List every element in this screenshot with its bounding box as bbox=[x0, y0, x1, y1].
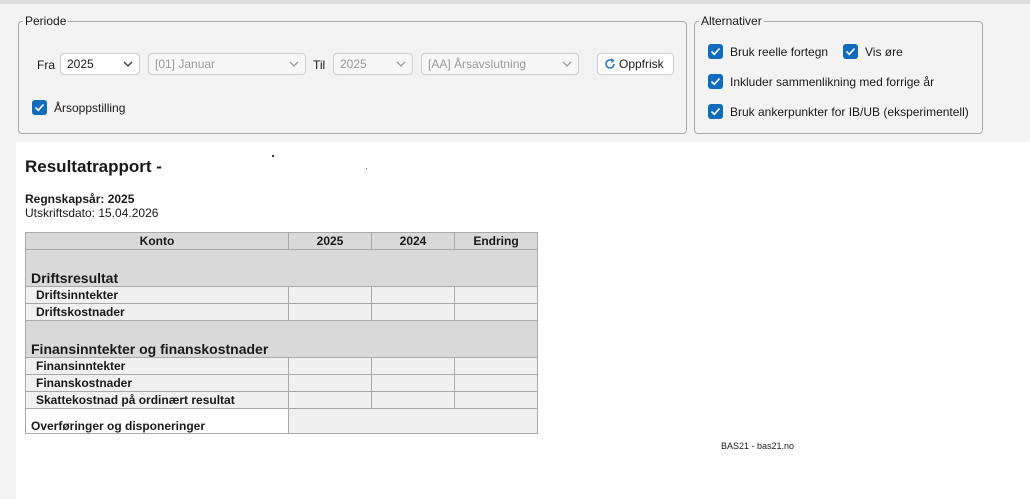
value-cell bbox=[288, 286, 372, 304]
value-cell bbox=[371, 374, 455, 392]
fra-year-select[interactable]: 2025 bbox=[60, 53, 140, 75]
report-footer: BAS21 - bas21.no bbox=[721, 441, 795, 451]
refresh-button[interactable]: Oppfrisk bbox=[597, 53, 674, 75]
value-cell bbox=[371, 303, 455, 321]
value-cell bbox=[288, 374, 372, 392]
redacted-mark bbox=[272, 155, 274, 157]
section-title: Driftsresultat bbox=[25, 249, 538, 287]
fra-label: Fra bbox=[37, 58, 55, 72]
table-row: Overføringer og disponeringer bbox=[25, 408, 538, 434]
value-cell bbox=[288, 303, 372, 321]
value-cell bbox=[371, 391, 455, 409]
section-row: Driftsresultat bbox=[25, 249, 538, 287]
ankerpunkter-label: Bruk ankerpunkter for IB/UB (eksperiment… bbox=[730, 104, 969, 119]
table-row: Driftsinntekter bbox=[25, 286, 538, 304]
inkluder-checkbox[interactable]: Inkluder sammenlikning med forrige år bbox=[708, 74, 934, 89]
column-header: 2024 bbox=[371, 232, 455, 250]
chevron-down-icon bbox=[123, 61, 133, 67]
table-row: Finanskostnader bbox=[25, 374, 538, 392]
value-cell bbox=[371, 357, 455, 375]
value-cell bbox=[371, 286, 455, 304]
periode-legend: Periode bbox=[25, 14, 67, 28]
report-title: Resultatrapport - bbox=[25, 157, 162, 176]
checkmark-icon bbox=[708, 104, 723, 119]
value-cell bbox=[454, 286, 538, 304]
checkmark-icon bbox=[843, 44, 858, 59]
chevron-down-icon bbox=[562, 61, 572, 67]
checkmark-icon bbox=[708, 74, 723, 89]
value-cell bbox=[454, 374, 538, 392]
row-label: Overføringer og disponeringer bbox=[25, 408, 289, 434]
section-title: Finansinntekter og finanskostnader bbox=[25, 320, 538, 358]
value-cell bbox=[288, 408, 538, 434]
row-label: Finansinntekter bbox=[25, 357, 289, 375]
alternativer-legend: Alternativer bbox=[701, 14, 762, 28]
redacted-mark bbox=[366, 168, 367, 169]
column-header: Konto bbox=[25, 232, 289, 250]
table-row: Driftskostnader bbox=[25, 303, 538, 321]
bruk-reelle-checkbox[interactable]: Bruk reelle fortegn bbox=[708, 44, 828, 59]
ankerpunkter-checkbox[interactable]: Bruk ankerpunkter for IB/UB (eksperiment… bbox=[708, 104, 969, 119]
chevron-down-icon bbox=[396, 61, 406, 67]
table-header-row: Konto 2025 2024 Endring bbox=[25, 232, 538, 250]
row-label: Driftskostnader bbox=[25, 303, 289, 321]
row-label: Finanskostnader bbox=[25, 374, 289, 392]
refresh-icon bbox=[605, 58, 615, 69]
fra-year-value: 2025 bbox=[67, 57, 94, 71]
chevron-down-icon bbox=[289, 61, 299, 67]
column-header: 2025 bbox=[288, 232, 372, 250]
checkmark-icon bbox=[708, 44, 723, 59]
til-year-value: 2025 bbox=[340, 57, 367, 71]
value-cell bbox=[454, 303, 538, 321]
inkluder-label: Inkluder sammenlikning med forrige år bbox=[730, 74, 935, 89]
til-year-select[interactable]: 2025 bbox=[333, 53, 413, 75]
value-cell bbox=[288, 357, 372, 375]
til-label: Til bbox=[313, 58, 326, 72]
arsoppstilling-checkbox[interactable]: Årsoppstilling bbox=[32, 100, 125, 115]
checkmark-icon bbox=[32, 100, 47, 115]
row-label: Skattekostnad på ordinært resultat bbox=[25, 391, 289, 409]
result-table: Konto 2025 2024 Endring Driftsresultat D… bbox=[25, 232, 538, 434]
table-row: Finansinntekter bbox=[25, 357, 538, 375]
regnskapsar-text: Regnskapsår: 2025 bbox=[25, 192, 135, 206]
utskriftsdato-text: Utskriftsdato: 15.04.2026 bbox=[25, 206, 159, 220]
arsoppstilling-label: Årsoppstilling bbox=[54, 100, 126, 115]
column-header: Endring bbox=[454, 232, 538, 250]
vis-ore-label: Vis øre bbox=[865, 44, 903, 59]
row-label: Driftsinntekter bbox=[25, 286, 289, 304]
value-cell bbox=[454, 357, 538, 375]
bruk-reelle-label: Bruk reelle fortegn bbox=[730, 44, 829, 59]
fra-month-value: [01] Januar bbox=[155, 57, 216, 71]
fra-month-select[interactable]: [01] Januar bbox=[148, 53, 306, 75]
report-view[interactable]: Resultatrapport - Regnskapsår: 2025 Utsk… bbox=[16, 142, 1030, 499]
vis-ore-checkbox[interactable]: Vis øre bbox=[843, 44, 903, 59]
window-top-strip bbox=[0, 0, 1030, 4]
til-period-value: [AA] Årsavslutning bbox=[428, 57, 527, 71]
table-row: Skattekostnad på ordinært resultat bbox=[25, 391, 538, 409]
value-cell bbox=[288, 391, 372, 409]
til-period-select[interactable]: [AA] Årsavslutning bbox=[421, 53, 579, 75]
section-row: Finansinntekter og finanskostnader bbox=[25, 320, 538, 358]
value-cell bbox=[454, 391, 538, 409]
refresh-label: Oppfrisk bbox=[619, 57, 664, 71]
